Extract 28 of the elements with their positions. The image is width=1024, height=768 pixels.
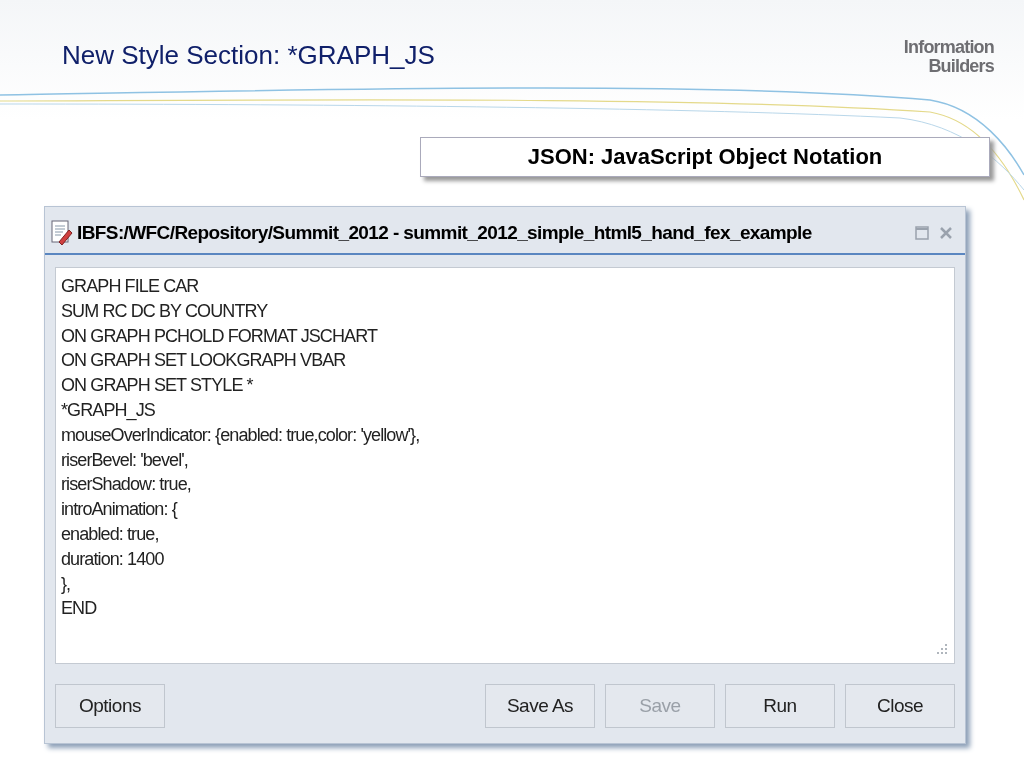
resize-grip-icon[interactable] (934, 643, 948, 657)
logo-text: Builders (928, 57, 994, 76)
code-line: enabled: true, (61, 522, 159, 546)
code-line: *GRAPH_JS (61, 399, 155, 423)
slide-title: New Style Section: *GRAPH_JS (62, 40, 435, 71)
close-icon[interactable] (939, 226, 953, 240)
code-line: ON GRAPH PCHOLD FORMAT JSCHART (61, 324, 378, 348)
maximize-icon[interactable] (915, 226, 929, 240)
code-line: GRAPH FILE CAR (61, 275, 199, 298)
code-line: SUM RC DC BY COUNTRY (61, 299, 268, 323)
document-pencil-icon (51, 220, 73, 246)
dialog-title: IBFS:/WFC/Repository/Summit_2012 - summit_2012_simple_html5_hand_fex_example (77, 222, 813, 244)
callout-box: JSON: JavaScript Object Notation (420, 137, 990, 177)
code-line: ON GRAPH SET LOOKGRAPH VBAR (61, 349, 346, 373)
code-editor[interactable] (55, 267, 955, 664)
logo-text: Information (903, 38, 994, 57)
dialog-button[interactable]: Close (845, 684, 955, 728)
dialog-button[interactable]: Save As (485, 684, 595, 728)
dialog-button[interactable]: Options (55, 684, 165, 728)
code-line: ON GRAPH SET STYLE * (61, 374, 253, 398)
code-line: riserBevel: 'bevel', (61, 448, 188, 472)
code-line: }, (61, 572, 71, 596)
code-line: introAnimation: { (61, 498, 177, 522)
code-line: END (61, 597, 97, 621)
code-line: mouseOverIndicator: {enabled: true,color: 'yellow'}, (61, 423, 420, 447)
dialog-button[interactable]: Run (725, 684, 835, 728)
code-line: duration: 1400 (61, 547, 164, 571)
code-line: riserShadow: true, (61, 473, 191, 497)
